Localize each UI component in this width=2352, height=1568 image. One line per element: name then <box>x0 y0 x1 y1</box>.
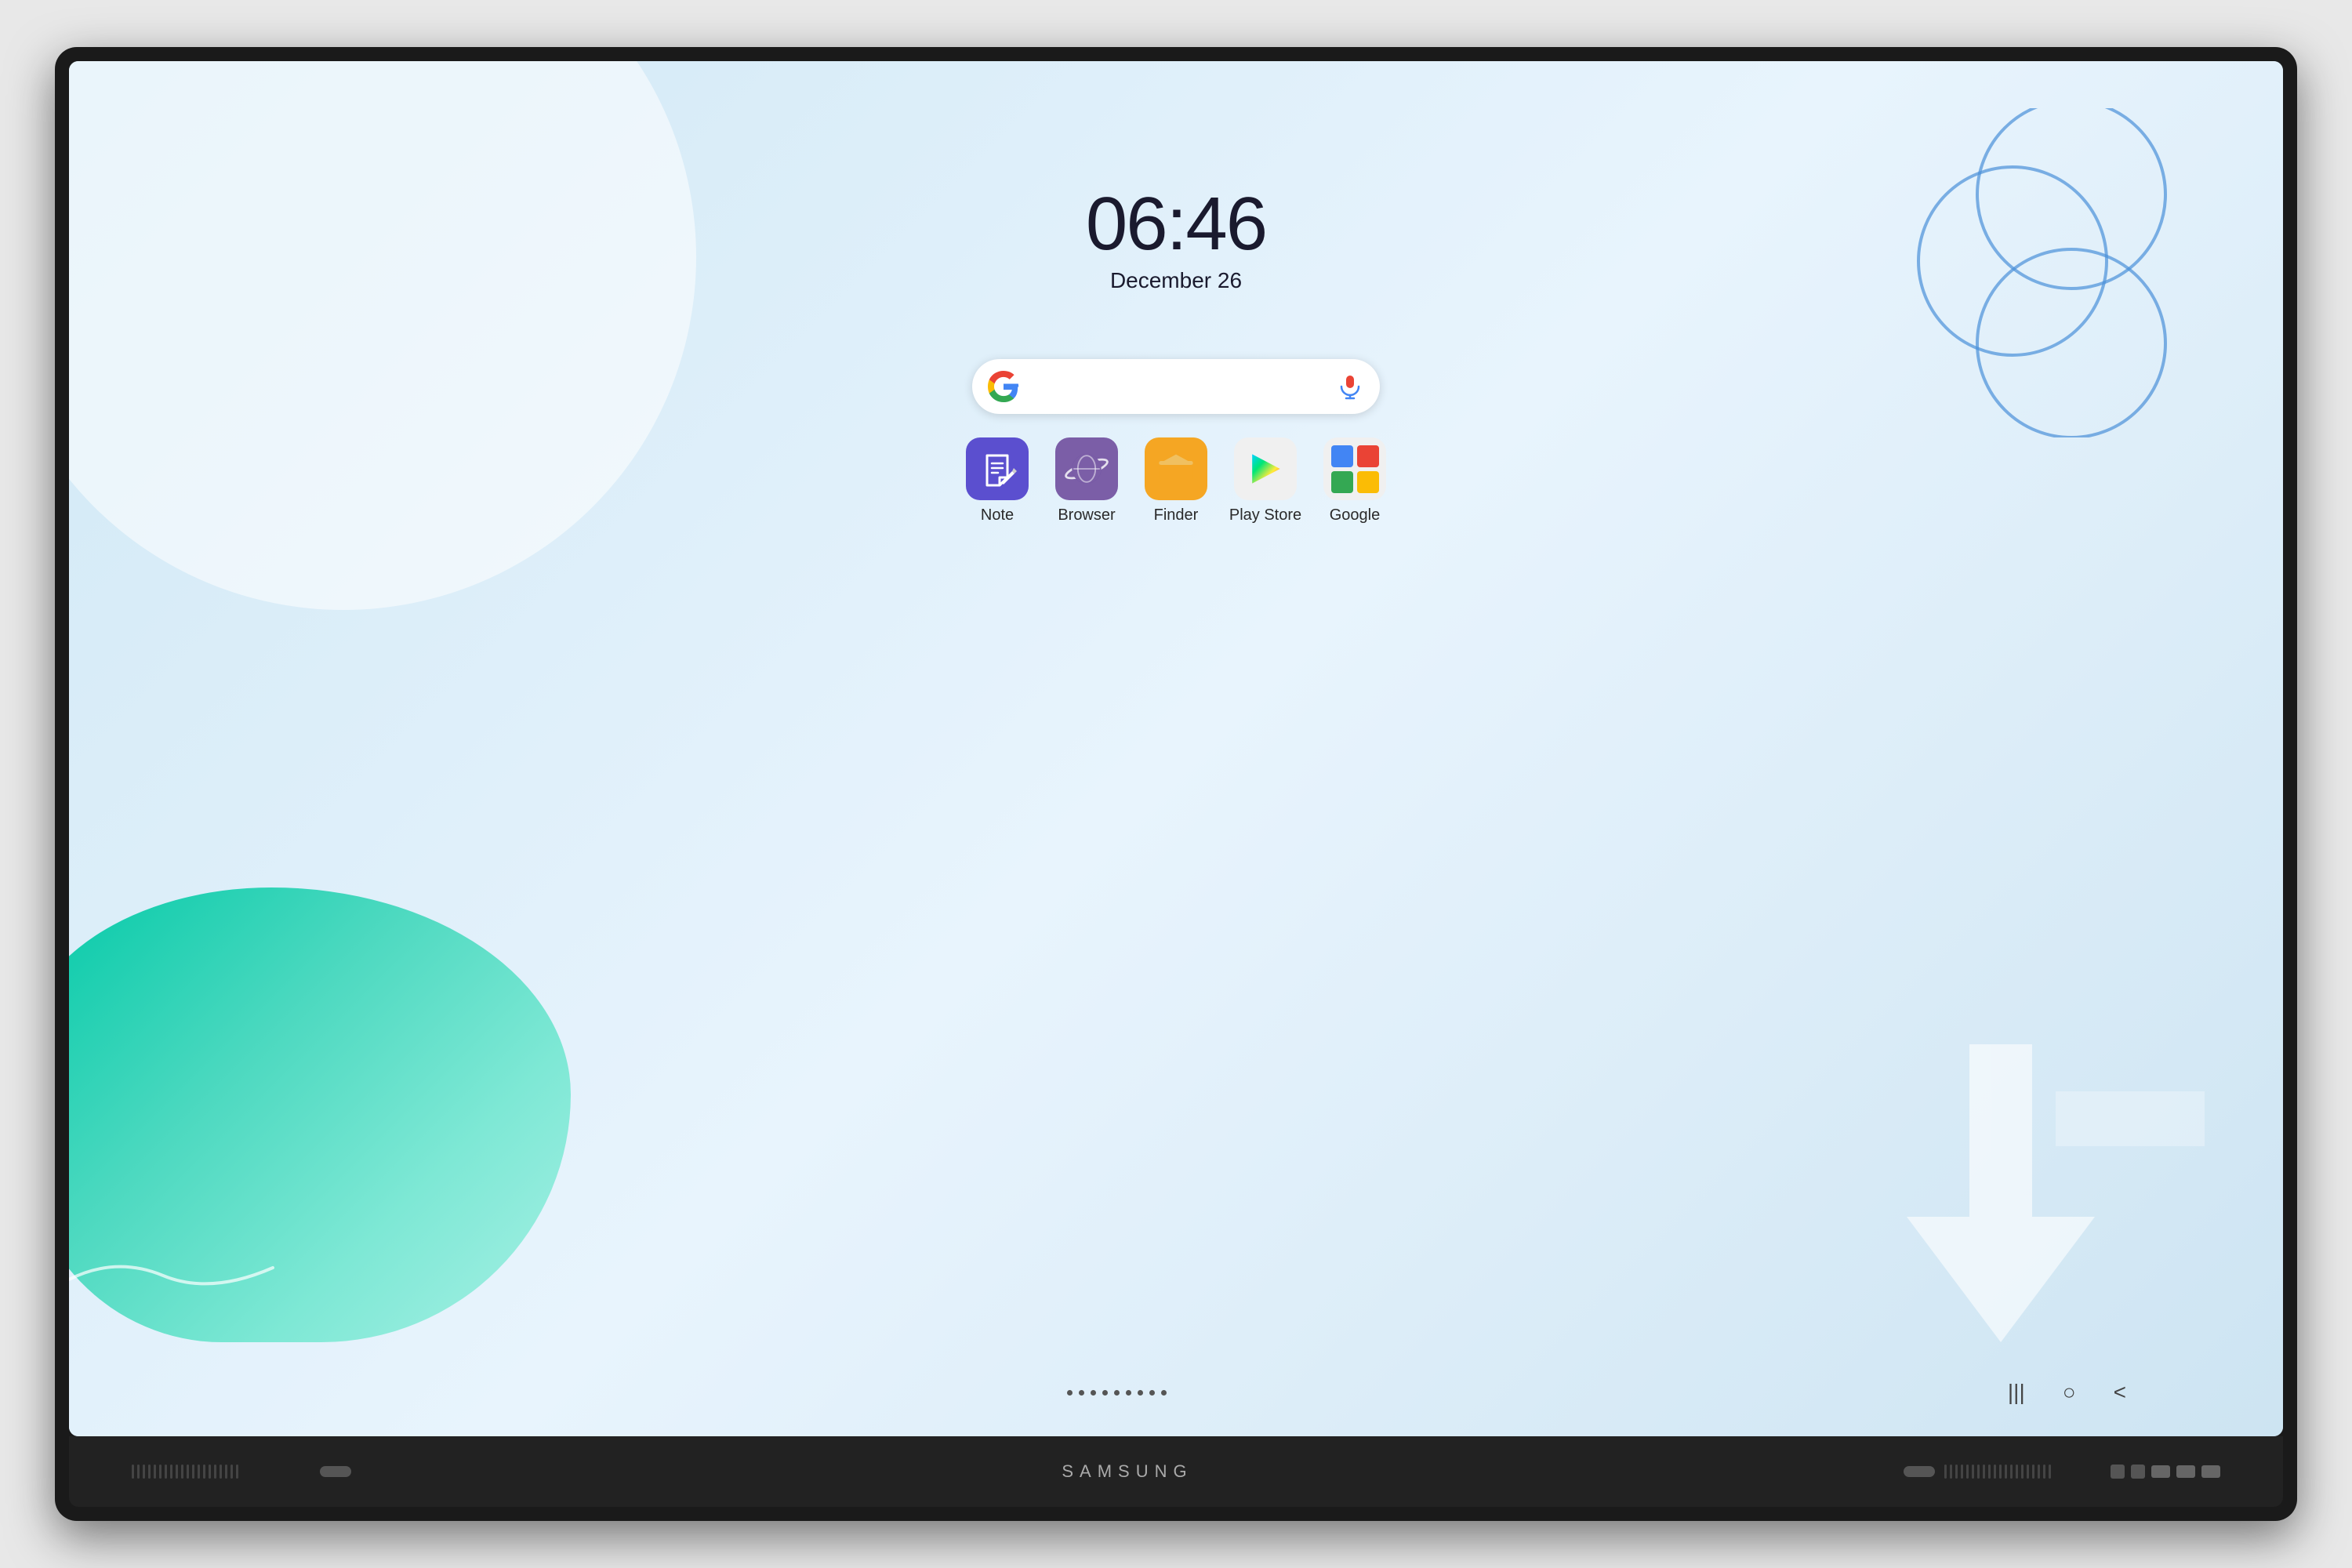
bezel-left <box>132 1461 351 1483</box>
back-button[interactable]: < <box>2114 1380 2126 1405</box>
playstore-icon <box>1234 437 1297 500</box>
tv-bezel: SAMSUNG <box>69 1436 2283 1507</box>
app-google[interactable]: Google <box>1319 437 1390 524</box>
google-search-bar[interactable] <box>972 359 1380 414</box>
google-apps-icon <box>1323 437 1386 500</box>
app-note[interactable]: Note <box>962 437 1033 524</box>
note-icon <box>966 437 1029 500</box>
app-dock: Note Browser <box>962 437 1390 524</box>
browser-label: Browser <box>1058 506 1115 524</box>
wallpaper-wave <box>69 1248 304 1295</box>
dot-2 <box>1079 1390 1084 1396</box>
tv-frame: 06:46 December 26 <box>55 47 2297 1521</box>
app-drawer-button[interactable] <box>1067 1390 1167 1396</box>
port-2 <box>2131 1465 2145 1479</box>
dot-8 <box>1149 1390 1155 1396</box>
port-usb <box>2151 1465 2170 1478</box>
clock-area: 06:46 December 26 <box>1086 187 1266 293</box>
clock-time: 06:46 <box>1086 187 1266 262</box>
finder-icon <box>1145 437 1207 500</box>
finder-label: Finder <box>1154 506 1199 524</box>
app-drawer-area <box>226 1390 2008 1396</box>
bezel-button-left[interactable] <box>320 1466 351 1477</box>
app-browser[interactable]: Browser <box>1051 437 1122 524</box>
home-button[interactable]: ○ <box>2063 1380 2076 1405</box>
dot-4 <box>1102 1390 1108 1396</box>
bottom-navigation: ||| ○ < <box>69 1380 2283 1405</box>
browser-icon <box>1055 437 1118 500</box>
system-nav-buttons: ||| ○ < <box>2008 1380 2126 1405</box>
recents-button[interactable]: ||| <box>2008 1380 2025 1405</box>
search-input[interactable] <box>1029 359 1336 414</box>
dot-9 <box>1161 1390 1167 1396</box>
bezel-right <box>1904 1461 2220 1483</box>
port-1 <box>2111 1465 2125 1479</box>
playstore-label: Play Store <box>1229 506 1301 524</box>
tv-screen: 06:46 December 26 <box>69 61 2283 1436</box>
dot-5 <box>1114 1390 1120 1396</box>
speaker-right <box>1944 1461 2101 1483</box>
app-playstore[interactable]: Play Store <box>1230 437 1301 524</box>
brand-label: SAMSUNG <box>1062 1461 1192 1482</box>
dot-6 <box>1126 1390 1131 1396</box>
dot-1 <box>1067 1390 1073 1396</box>
bezel-button-right[interactable] <box>1904 1466 1935 1477</box>
port-block <box>2111 1465 2220 1479</box>
clock-date: December 26 <box>1086 268 1266 293</box>
speaker-left <box>132 1461 289 1483</box>
app-finder[interactable]: Finder <box>1141 437 1211 524</box>
port-usb-2 <box>2176 1465 2195 1478</box>
microphone-icon[interactable] <box>1336 372 1364 401</box>
wallpaper-arrow <box>1813 1044 2205 1358</box>
note-label: Note <box>981 506 1014 524</box>
dot-3 <box>1091 1390 1096 1396</box>
dot-7 <box>1138 1390 1143 1396</box>
port-usb-3 <box>2201 1465 2220 1478</box>
google-g-icon <box>988 371 1019 402</box>
wallpaper-circles <box>1891 108 2189 437</box>
google-label: Google <box>1330 506 1381 524</box>
